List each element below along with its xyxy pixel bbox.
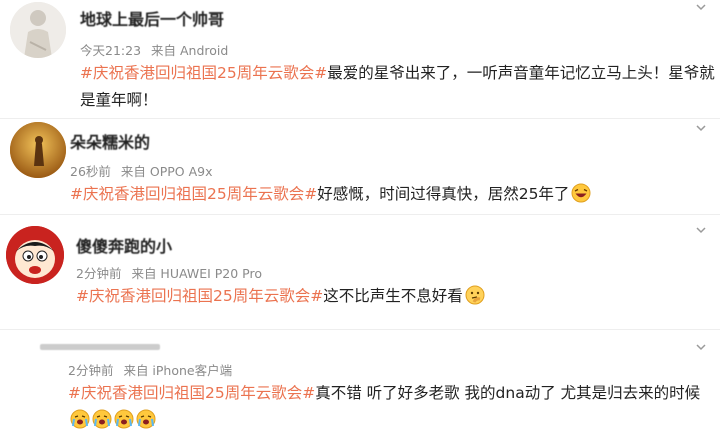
crying-emoji-icon: [136, 409, 156, 438]
comment-time: 今天21:23: [80, 43, 142, 58]
username[interactable]: 朵朵糯米的: [70, 129, 150, 153]
comment-source: 来自 iPhone客户端: [123, 363, 233, 378]
comment-meta: 26秒前 来自 OPPO A9x: [70, 161, 223, 180]
comment-time: 2分钟前: [76, 266, 122, 281]
avatar[interactable]: [10, 122, 66, 178]
comment-meta: 今天21:23 来自 Android: [80, 40, 238, 59]
comment-text: #庆祝香港回归祖国25周年云歌会#好感慨，时间过得真快，居然25年了: [70, 181, 710, 212]
avatar-photo-icon: [10, 2, 66, 58]
chevron-down-icon[interactable]: [696, 342, 706, 352]
hashtag-link[interactable]: #庆祝香港回归祖国25周年云歌会#: [80, 64, 327, 82]
username[interactable]: [40, 344, 160, 350]
crying-emoji-icon: [92, 409, 112, 438]
crying-emoji-icon: [70, 409, 90, 438]
thinking-emoji-icon: [465, 285, 485, 314]
username[interactable]: 傻傻奔跑的小: [76, 233, 172, 257]
comment-source: 来自 OPPO A9x: [120, 164, 213, 179]
avatar[interactable]: [6, 226, 64, 284]
comment-meta: 2分钟前 来自 HUAWEI P20 Pro: [76, 263, 272, 282]
comment-item: 2分钟前 来自 iPhone客户端 #庆祝香港回归祖国25周年云歌会#真不错 听了…: [0, 330, 720, 446]
comment-content: 好感慨，时间过得真快，居然25年了: [317, 185, 570, 203]
comment-meta: 2分钟前 来自 iPhone客户端: [68, 360, 242, 379]
comment-source: 来自 HUAWEI P20 Pro: [131, 266, 263, 281]
comment-item: 朵朵糯米的 26秒前 来自 OPPO A9x #庆祝香港回归祖国25周年云歌会#好…: [0, 119, 720, 214]
chevron-down-icon[interactable]: [696, 225, 706, 235]
comment-item: 傻傻奔跑的小 2分钟前 来自 HUAWEI P20 Pro #庆祝香港回归祖国25…: [0, 215, 720, 329]
hashtag-link[interactable]: #庆祝香港回归祖国25周年云歌会#: [76, 287, 323, 305]
comment-source: 来自 Android: [151, 43, 229, 58]
chevron-down-icon[interactable]: [696, 2, 706, 12]
comment-time: 26秒前: [70, 164, 111, 179]
comment-content: 真不错 听了好多老歌 我的dna动了 尤其是归去来的时候: [315, 384, 701, 402]
cartoon-face-icon: [6, 226, 64, 284]
username[interactable]: 地球上最后一个帅哥: [80, 6, 224, 30]
crying-emoji-icon: [114, 409, 134, 438]
hashtag-link[interactable]: #庆祝香港回归祖国25周年云歌会#: [70, 185, 317, 203]
comment-text: #庆祝香港回归祖国25周年云歌会#这不比声生不息好看: [76, 283, 716, 314]
chevron-down-icon[interactable]: [696, 123, 706, 133]
hashtag-link[interactable]: #庆祝香港回归祖国25周年云歌会#: [68, 384, 315, 402]
comment-time: 2分钟前: [68, 363, 114, 378]
comment-content: 这不比声生不息好看: [323, 287, 463, 305]
comment-text: #庆祝香港回归祖国25周年云歌会#最爱的星爷出来了，一听声音童年记忆立马上头！星…: [80, 60, 720, 114]
avatar[interactable]: [10, 2, 66, 58]
comment-item: 地球上最后一个帅哥 今天21:23 来自 Android #庆祝香港回归祖国25周…: [0, 0, 720, 118]
laughing-emoji-icon: [571, 183, 591, 212]
comment-text: #庆祝香港回归祖国25周年云歌会#真不错 听了好多老歌 我的dna动了 尤其是归…: [68, 380, 708, 438]
avatar-photo-icon: [10, 122, 66, 178]
